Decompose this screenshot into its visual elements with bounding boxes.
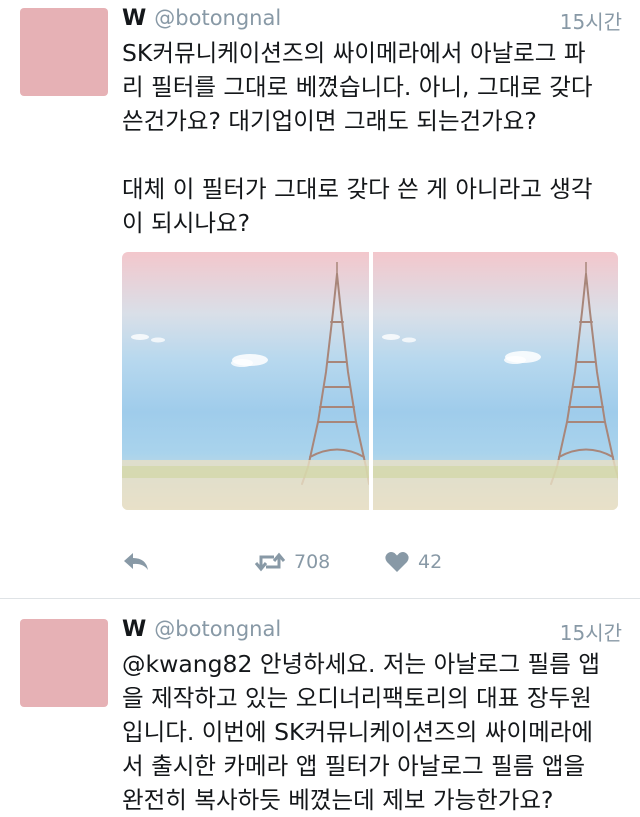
like-icon [385,552,409,572]
tweet-text: SK커뮤니케이션즈의 싸이메라에서 아날로그 파 리 필터를 그대로 베꼈습니다… [122,39,593,237]
user-handle[interactable]: @botongnal [154,6,281,30]
timestamp[interactable]: 15시간 [560,617,622,646]
retweet-icon [254,552,286,572]
avatar[interactable] [20,619,108,707]
tweet-text: @kwang82 안녕하세요. 저는 아날로그 필름 앱 을 제작하고 있는 오… [122,650,600,814]
reply-button[interactable] [122,550,152,574]
display-name[interactable]: W [122,617,146,642]
tweet-actions: 708 42 [122,550,542,582]
retweet-button[interactable]: 708 [254,550,330,574]
timestamp[interactable]: 15시간 [560,6,622,35]
like-button[interactable]: 42 [384,550,442,574]
photo-copy[interactable] [373,252,618,510]
photo-original[interactable] [122,252,369,510]
tweet-header: W @botongnal 15시간 [122,6,626,34]
tweet[interactable]: W @botongnal 15시간 SK커뮤니케이션즈의 싸이메라에서 아날로그 … [0,0,640,598]
avatar[interactable] [20,8,108,96]
user-handle[interactable]: @botongnal [154,617,281,641]
display-name[interactable]: W [122,6,146,31]
media-grid [122,252,618,510]
tweet[interactable]: W @botongnal 15시간 @kwang82 안녕하세요. 저는 아날로그… [0,599,640,816]
like-count: 42 [418,551,443,573]
retweet-count: 708 [294,551,331,573]
reply-icon [124,553,148,570]
tweet-header: W @botongnal 15시간 [122,617,626,645]
